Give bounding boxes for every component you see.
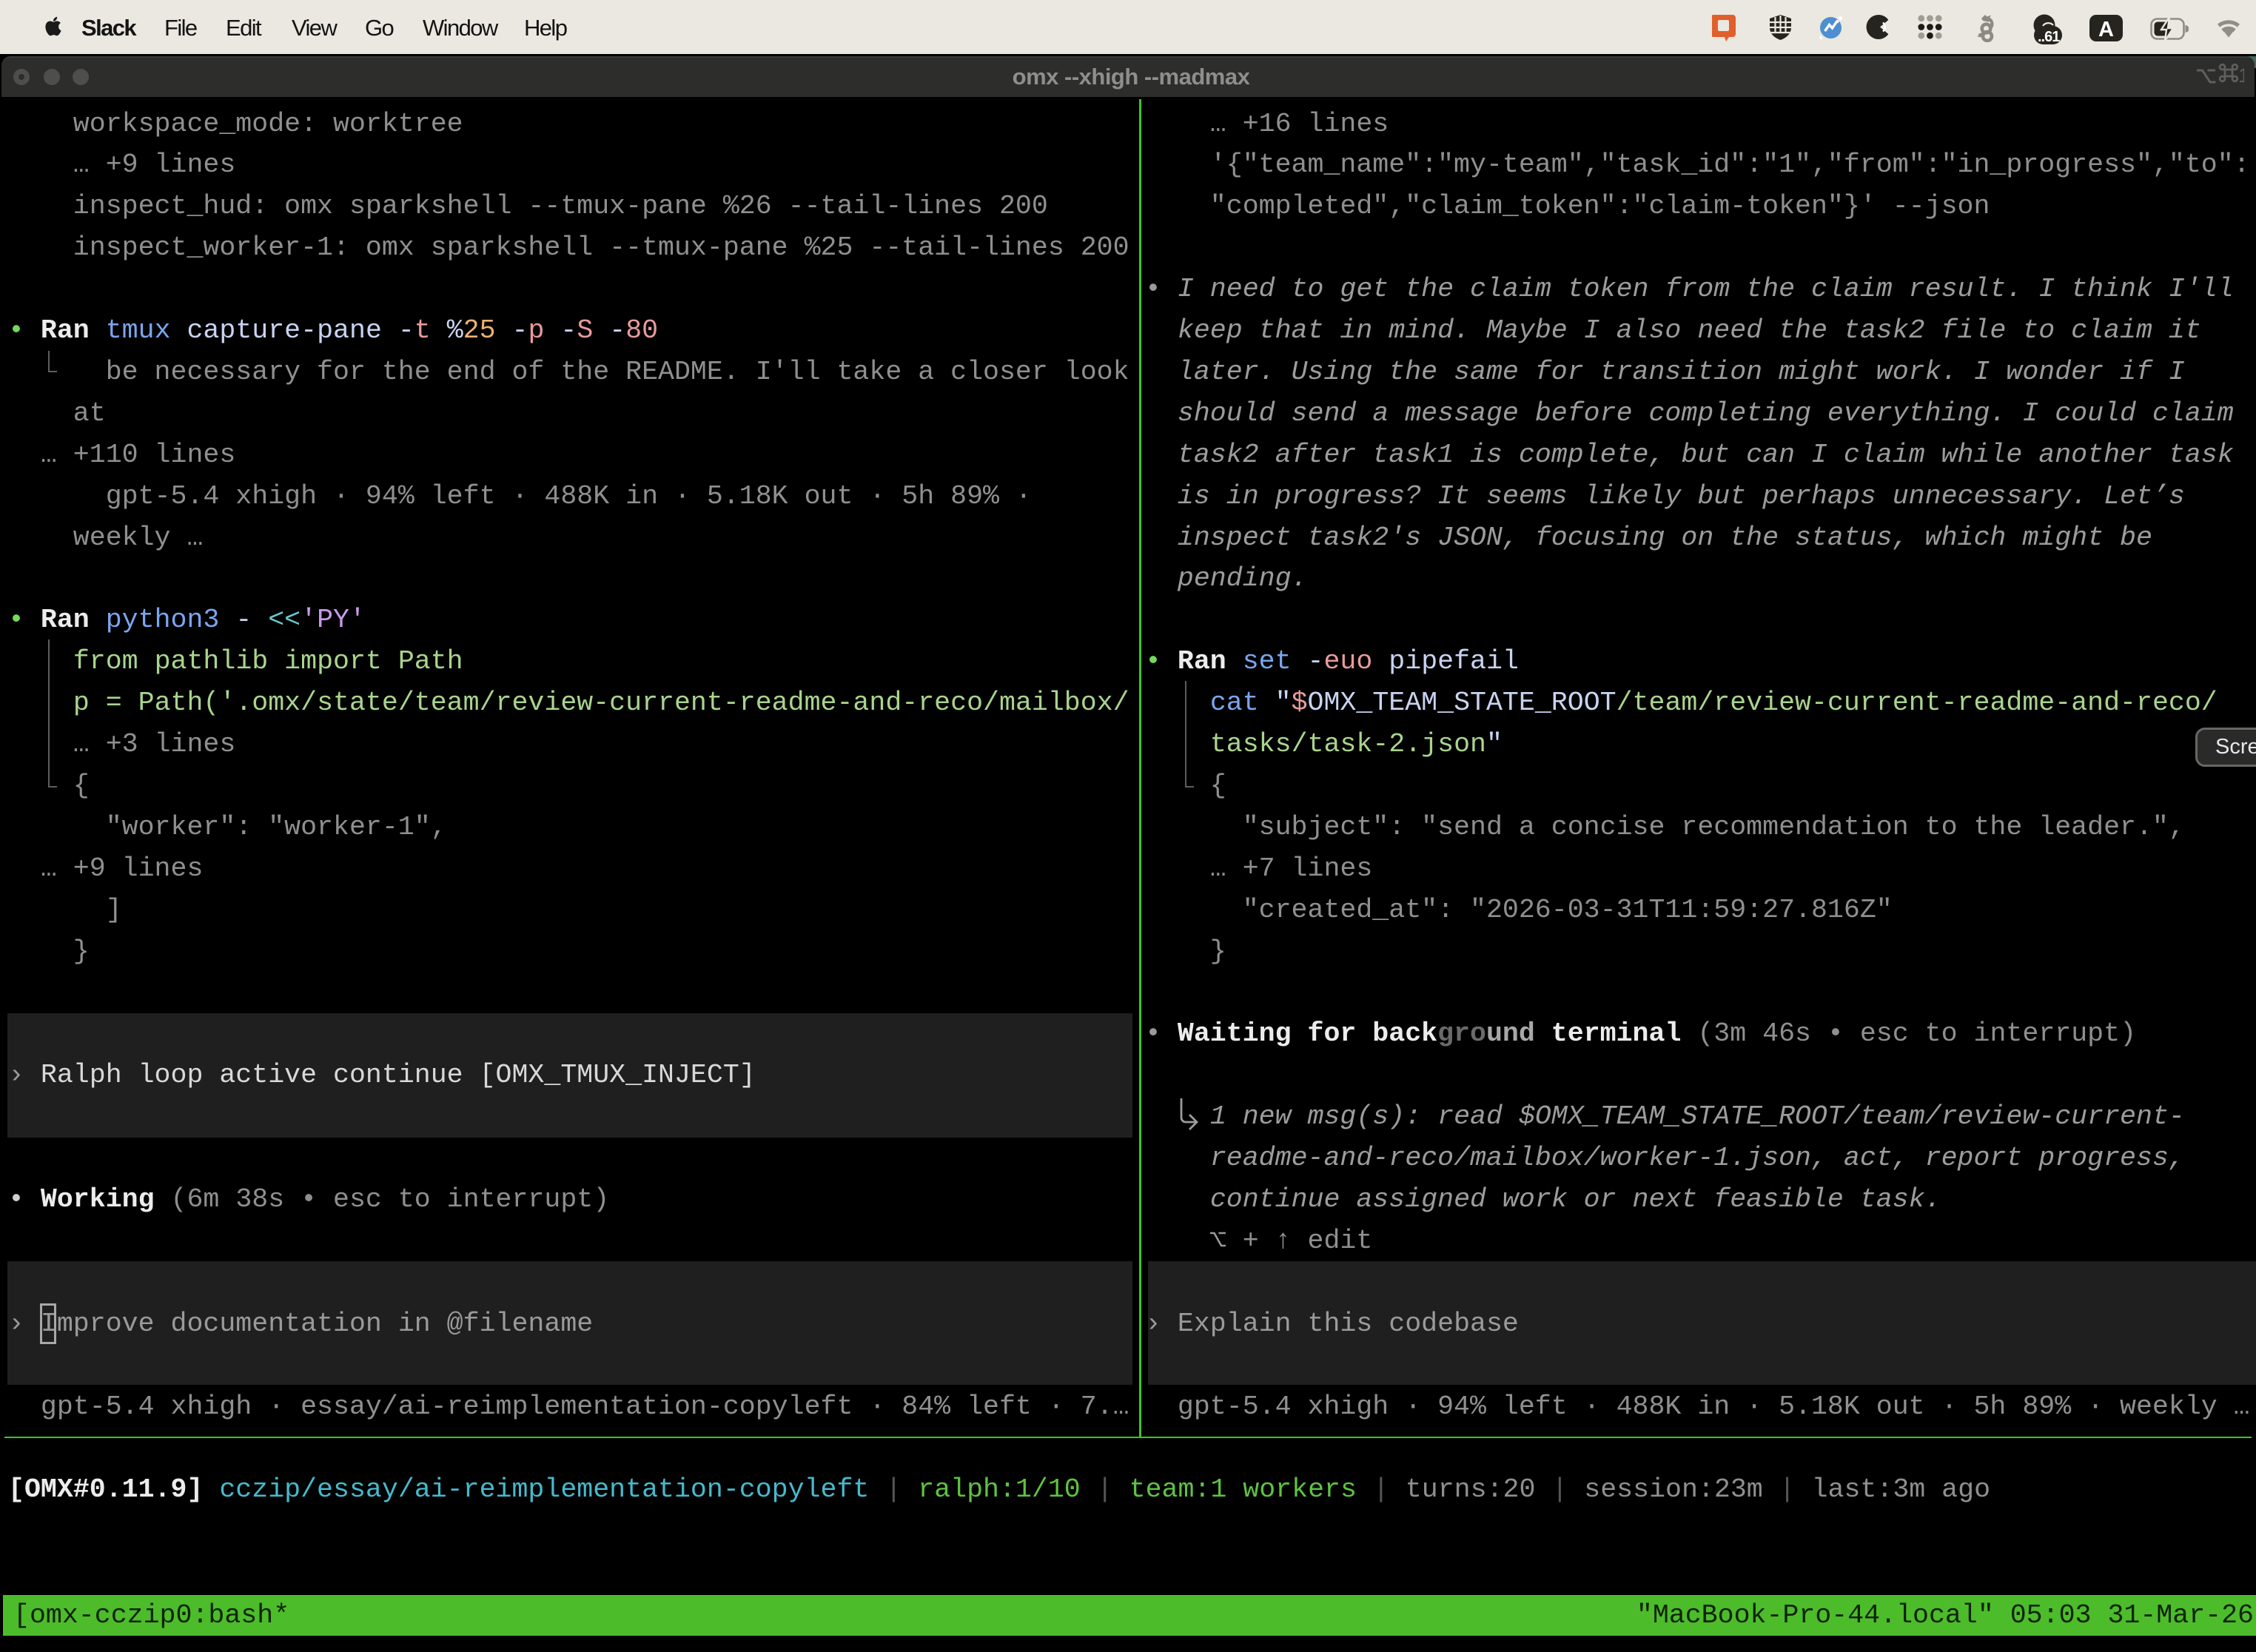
svg-text:A: A (2098, 18, 2114, 41)
svg-text:..61: ..61 (2038, 29, 2060, 45)
svg-text:1: 1 (2238, 64, 2244, 87)
